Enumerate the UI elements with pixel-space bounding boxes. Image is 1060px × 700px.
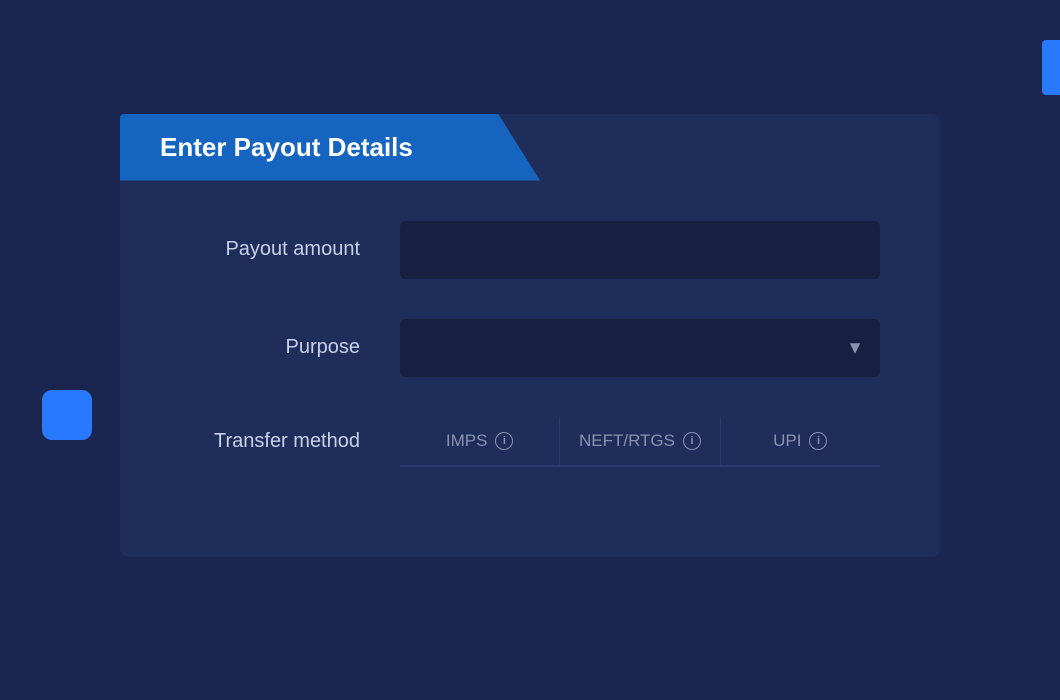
purpose-select[interactable]: Salary Vendor Payment Expense Reimbursem…: [400, 319, 880, 377]
transfer-method-row: Transfer method IMPS i NEFT/RTGS i UPI i: [180, 417, 880, 467]
modal-body: Payout amount Purpose Salary Vendor Paym…: [120, 181, 940, 557]
header-banner: Enter Payout Details: [120, 114, 540, 181]
imps-info-icon[interactable]: i: [495, 432, 513, 450]
modal-container: Enter Payout Details Payout amount Purpo…: [120, 114, 940, 557]
neft-rtgs-label: NEFT/RTGS: [579, 431, 675, 451]
purpose-label: Purpose: [180, 336, 400, 359]
transfer-method-options: IMPS i NEFT/RTGS i UPI i: [400, 417, 880, 467]
purpose-row: Purpose Salary Vendor Payment Expense Re…: [180, 319, 880, 377]
payout-amount-row: Payout amount: [180, 221, 880, 279]
transfer-method-label: Transfer method: [180, 430, 400, 453]
neft-rtgs-info-icon[interactable]: i: [683, 432, 701, 450]
payout-amount-input[interactable]: [400, 221, 880, 279]
modal-title: Enter Payout Details: [160, 132, 413, 162]
imps-label: IMPS: [446, 431, 488, 451]
right-edge-button[interactable]: [1042, 40, 1060, 95]
transfer-option-neft-rtgs[interactable]: NEFT/RTGS i: [560, 417, 720, 465]
transfer-option-imps[interactable]: IMPS i: [400, 417, 560, 465]
transfer-option-upi[interactable]: UPI i: [721, 417, 880, 465]
payout-amount-label: Payout amount: [180, 238, 400, 261]
left-floating-button[interactable]: [42, 390, 92, 440]
upi-info-icon[interactable]: i: [809, 432, 827, 450]
purpose-select-wrapper: Salary Vendor Payment Expense Reimbursem…: [400, 319, 880, 377]
upi-label: UPI: [773, 431, 801, 451]
modal-header: Enter Payout Details: [120, 114, 940, 181]
